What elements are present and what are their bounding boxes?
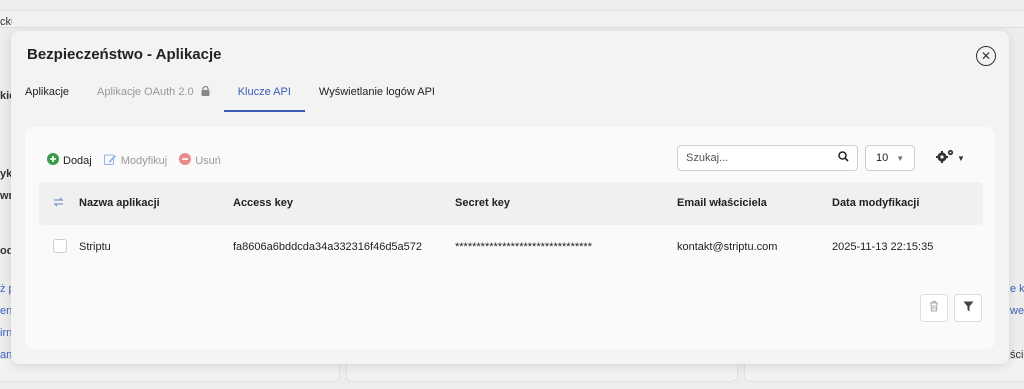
tab-label: Aplikacje <box>25 86 70 98</box>
background-text: cku <box>0 16 12 28</box>
search-input[interactable] <box>686 152 838 164</box>
chevron-down-icon: ▼ <box>896 153 905 163</box>
column-header-email[interactable]: Email właściciela <box>677 197 767 209</box>
filter-button[interactable] <box>954 294 982 322</box>
background-link[interactable]: e k <box>1010 283 1024 295</box>
api-keys-panel: Dodaj Modyfikuj Usuń 10 ▼ <box>25 127 995 349</box>
modal-title: Bezpieczeństwo - Aplikacje <box>27 46 222 63</box>
cell-secret-key: ******************************** <box>455 241 592 253</box>
tab-api-keys[interactable]: Klucze API <box>223 84 306 112</box>
cell-name: Striptu <box>79 241 111 253</box>
close-icon[interactable]: ✕ <box>976 46 996 66</box>
page-size-select[interactable]: 10 ▼ <box>865 145 915 171</box>
column-header-name[interactable]: Nazwa aplikacji <box>79 197 160 209</box>
tab-label: Wyświetlanie logów API <box>318 86 435 98</box>
table-row[interactable]: Striptu fa8606a6bddcda34a332316f46d5a572… <box>39 225 983 269</box>
search-box <box>677 145 858 171</box>
tab-oauth-applications[interactable]: Aplikacje OAuth 2.0 <box>97 84 224 112</box>
row-checkbox[interactable] <box>53 239 67 253</box>
tab-applications[interactable]: Aplikacje <box>25 84 83 112</box>
trash-icon <box>929 299 939 317</box>
toolbar: Dodaj Modyfikuj Usuń <box>47 153 233 168</box>
refresh-icon[interactable] <box>52 196 65 211</box>
cell-modified: 2025-11-13 22:15:35 <box>832 241 934 253</box>
edit-label: Modyfikuj <box>120 154 168 167</box>
lock-icon <box>201 85 210 99</box>
minus-circle-icon <box>179 153 192 168</box>
cell-email: kontakt@striptu.com <box>677 241 778 253</box>
search-icon[interactable] <box>838 149 849 167</box>
settings-menu-button[interactable]: ▼ <box>935 148 965 169</box>
security-applications-modal: Bezpieczeństwo - Aplikacje ✕ Aplikacje A… <box>11 31 1009 364</box>
cell-access-key: fa8606a6bddcda34a332316f46d5a572 <box>233 241 423 253</box>
tab-bar: Aplikacje Aplikacje OAuth 2.0 Klucze API… <box>25 84 463 112</box>
gears-icon <box>935 148 955 169</box>
filter-icon <box>963 299 974 317</box>
trash-button[interactable] <box>920 294 948 322</box>
tab-label: Klucze API <box>237 86 291 98</box>
column-header-secret-key[interactable]: Secret key <box>455 197 510 209</box>
tab-api-logs[interactable]: Wyświetlanie logów API <box>319 84 449 112</box>
page-size-value: 10 <box>876 152 889 164</box>
column-header-access-key[interactable]: Access key <box>233 197 293 209</box>
edit-icon <box>103 153 117 168</box>
delete-label: Usuń <box>195 154 221 167</box>
background-link[interactable]: we <box>1010 305 1024 317</box>
add-button[interactable]: Dodaj <box>47 153 92 168</box>
tab-label: Aplikacje OAuth 2.0 <box>97 86 194 98</box>
plus-circle-icon <box>47 153 59 168</box>
background-text: ści <box>1010 349 1024 361</box>
delete-button[interactable]: Usuń <box>179 153 221 168</box>
edit-button[interactable]: Modyfikuj <box>103 153 168 168</box>
column-header-modified[interactable]: Data modyfikacji <box>832 197 919 209</box>
table-header: Nazwa aplikacji Access key Secret key Em… <box>39 182 983 225</box>
add-label: Dodaj <box>63 154 92 167</box>
chevron-down-icon: ▼ <box>957 154 965 163</box>
background-header-card <box>0 10 1024 28</box>
